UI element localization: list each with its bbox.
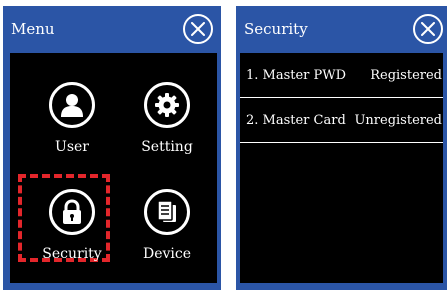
security-titlebar: Security: [236, 6, 447, 53]
menu-panel: Menu User Setting Security Device: [3, 6, 221, 290]
menu-screen: User Setting Security Device: [10, 53, 217, 283]
menu-tile-setting[interactable]: Setting: [122, 76, 212, 164]
close-icon: [421, 22, 435, 36]
device-icon: [144, 189, 190, 235]
menu-tile-setting-label: Setting: [141, 139, 193, 155]
security-panel: Security 1. Master PWD Registered 2. Mas…: [236, 6, 447, 290]
master-card-label: 2. Master Card: [246, 113, 346, 128]
security-screen: 1. Master PWD Registered 2. Master Card …: [240, 53, 443, 283]
gear-icon: [144, 82, 190, 128]
menu-title: Menu: [11, 20, 55, 38]
security-close-button[interactable]: [413, 14, 443, 44]
menu-titlebar: Menu: [3, 6, 221, 53]
menu-tile-security-label: Security: [42, 246, 102, 262]
master-pwd-label: 1. Master PWD: [246, 68, 347, 83]
master-card-status: Unregistered: [354, 113, 442, 128]
security-title: Security: [244, 20, 308, 38]
list-item-master-pwd[interactable]: 1. Master PWD Registered: [240, 53, 443, 98]
menu-tile-device-label: Device: [142, 246, 192, 262]
close-icon: [191, 22, 205, 36]
menu-close-button[interactable]: [183, 14, 213, 44]
master-pwd-status: Registered: [370, 68, 442, 83]
lock-icon: [49, 189, 95, 235]
menu-tile-user[interactable]: User: [27, 76, 117, 164]
user-icon: [49, 82, 95, 128]
menu-tile-user-label: User: [55, 139, 89, 155]
menu-tile-device[interactable]: Device: [122, 183, 212, 271]
menu-tile-security[interactable]: Security: [27, 183, 117, 271]
list-item-master-card[interactable]: 2. Master Card Unregistered: [240, 98, 443, 143]
